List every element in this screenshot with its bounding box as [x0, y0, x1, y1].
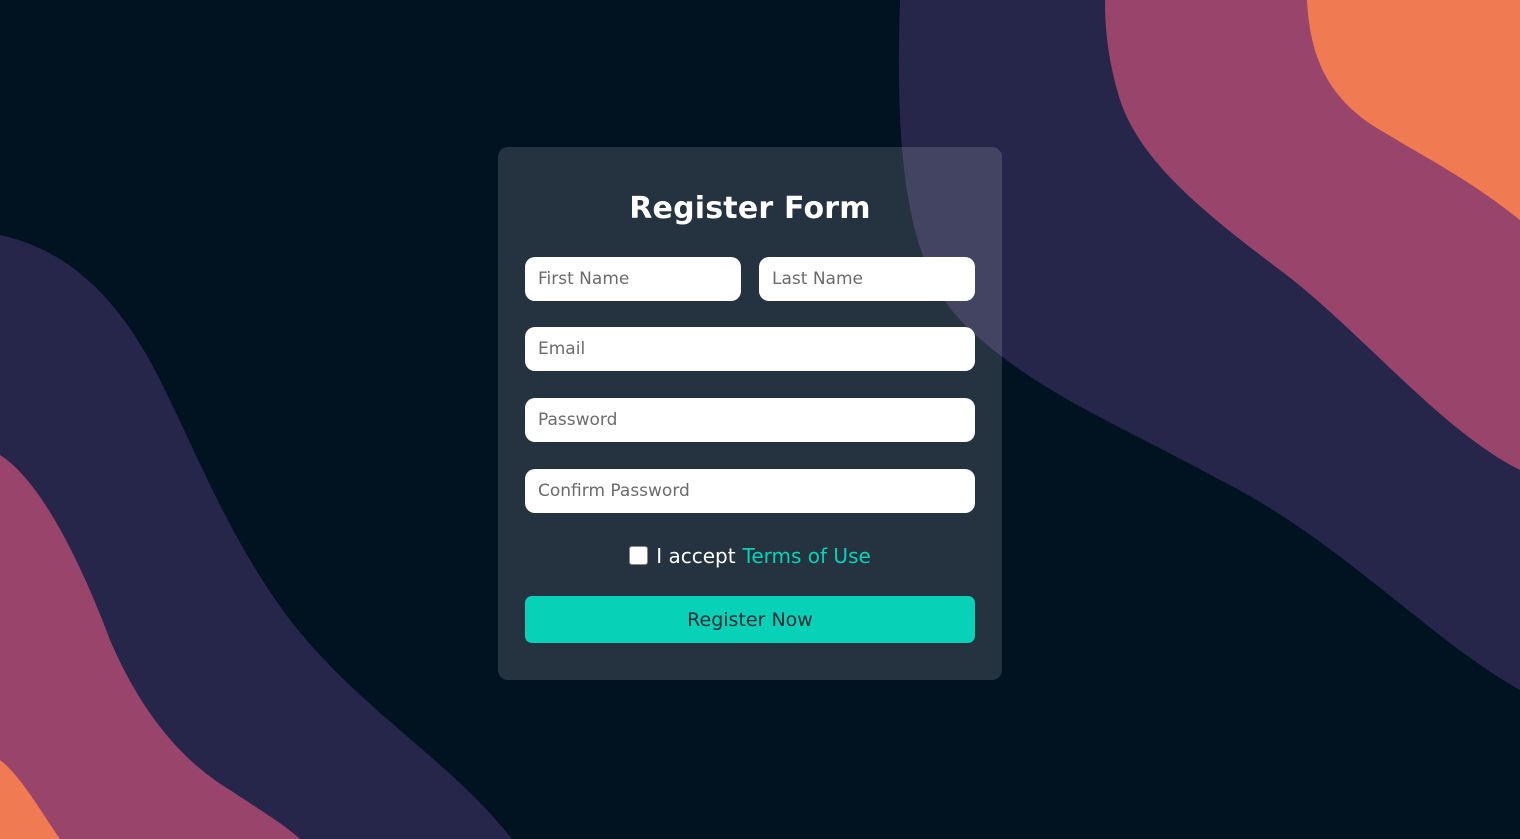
register-now-button[interactable]: Register Now: [525, 596, 975, 643]
terms-of-use-link[interactable]: Terms of Use: [743, 544, 871, 568]
terms-label: I accept: [656, 544, 736, 568]
terms-checkbox[interactable]: [629, 545, 649, 565]
form-title: Register Form: [629, 191, 871, 226]
register-card: Register Form I accept Terms of Use Regi…: [498, 147, 1002, 680]
terms-row: I accept Terms of Use: [525, 543, 975, 569]
first-name-input[interactable]: [525, 257, 741, 301]
name-row: [525, 257, 975, 301]
last-name-input[interactable]: [759, 257, 975, 301]
password-input[interactable]: [525, 398, 975, 442]
confirm-password-input[interactable]: [525, 469, 975, 513]
email-input[interactable]: [525, 327, 975, 371]
